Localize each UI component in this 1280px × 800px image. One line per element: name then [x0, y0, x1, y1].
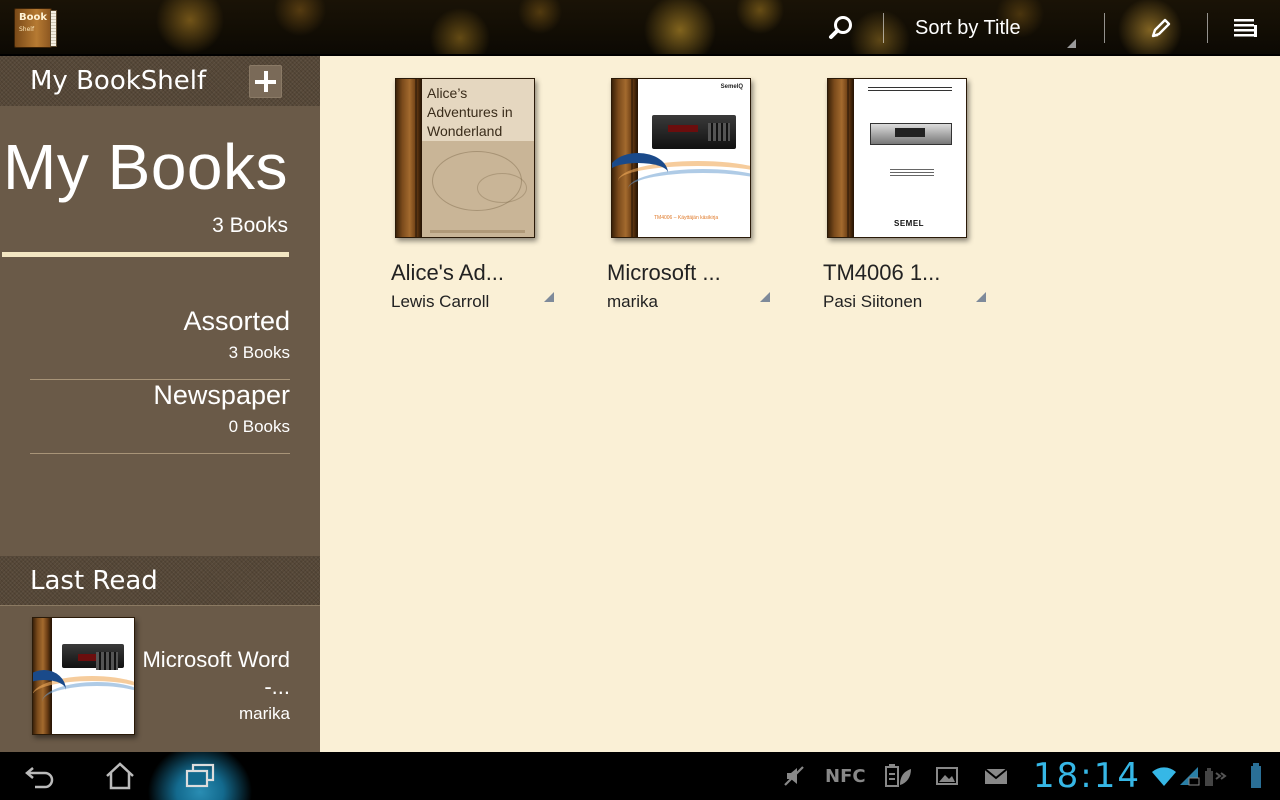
recent-apps-icon	[185, 763, 215, 788]
cover-text: Alice’s Adventures in Wonderland	[427, 85, 513, 139]
book-author: marika	[607, 292, 659, 311]
app-icon[interactable]: Book Shelf	[14, 6, 58, 50]
system-navigation-bar: NFC 18:14	[0, 752, 1280, 800]
action-divider	[1207, 13, 1208, 43]
device-image	[652, 115, 736, 149]
cover-text-lines	[890, 169, 934, 177]
selected-shelf-indicator	[2, 252, 289, 257]
list-view-icon	[1234, 19, 1257, 37]
cover-page: SEMEL	[854, 79, 966, 237]
edit-button[interactable]	[1136, 0, 1186, 56]
book-item[interactable]: SEMEL TM4006 1... Pasi Siitonen	[823, 78, 993, 318]
clock: 18:14	[1033, 756, 1141, 796]
shelf-count: 0 Books	[228, 417, 290, 436]
action-divider	[1104, 13, 1105, 43]
battery-icon	[1248, 752, 1264, 800]
book-cover[interactable]: Alice’s Adventures in Wonderland	[395, 78, 535, 238]
book-author: Pasi Siitonen	[823, 292, 923, 311]
sort-label: Sort by Title	[915, 16, 1021, 39]
signal-icon	[1178, 752, 1200, 800]
book-spine	[396, 79, 422, 237]
my-books-count: 3 Books	[212, 214, 288, 237]
cover-brand: SEMEL	[894, 219, 925, 228]
book-item[interactable]: SemelQ TM4006 – Käyttäjän käsikirja Micr…	[607, 78, 777, 318]
action-bar: Book Shelf Sort by Title	[0, 0, 1280, 56]
home-icon	[106, 762, 134, 790]
pencil-icon	[1151, 18, 1171, 38]
dock-battery-icon	[1202, 752, 1228, 800]
book-author: Lewis Carroll	[391, 292, 490, 311]
home-button[interactable]	[94, 752, 146, 800]
nfc-icon: NFC	[825, 752, 866, 800]
back-icon	[25, 767, 54, 789]
search-button[interactable]	[818, 0, 864, 56]
book-title: TM4006 1...	[823, 260, 941, 285]
last-read-book-author: marika	[238, 704, 290, 723]
picture-icon	[935, 752, 959, 800]
cover-page	[33, 618, 134, 734]
dropdown-corner-icon	[1067, 39, 1076, 48]
shelf-count: 3 Books	[228, 343, 290, 362]
last-read-title: Last Read	[30, 566, 158, 596]
cover-illustration	[430, 230, 525, 233]
cover-caption: TM4006 – Käyttäjän käsikirja	[654, 215, 719, 221]
book-options-icon[interactable]	[976, 292, 986, 302]
last-read-header: Last Read	[0, 556, 320, 606]
book-pages-icon	[50, 10, 57, 47]
mail-icon	[983, 752, 1009, 800]
book-options-icon[interactable]	[760, 292, 770, 302]
view-list-button[interactable]	[1222, 0, 1268, 56]
book-grid: Alice’s Adventures in Wonderland Alice's…	[320, 56, 1280, 752]
add-shelf-button[interactable]	[249, 65, 282, 98]
bookshelf-title: My BookShelf	[30, 66, 207, 96]
battery-saver-icon	[883, 752, 913, 800]
muted-icon	[781, 752, 807, 800]
wifi-icon	[1150, 752, 1178, 800]
last-read-book-title: Microsoft Word -...	[142, 647, 290, 699]
last-read-cover	[32, 617, 135, 735]
shelf-name: Newspaper	[153, 380, 290, 410]
shelf-name: Assorted	[183, 306, 290, 336]
app-icon-subtitle: Shelf	[19, 26, 35, 33]
book-cover[interactable]: SemelQ TM4006 – Käyttäjän käsikirja	[611, 78, 751, 238]
book-options-icon[interactable]	[544, 292, 554, 302]
cover-brand: SemelQ	[720, 84, 743, 90]
book-title: Microsoft ...	[607, 260, 721, 285]
cover-page: Alice’s Adventures in Wonderland	[422, 79, 534, 237]
cover-illustration	[477, 173, 527, 203]
nfc-label: NFC	[825, 765, 866, 787]
recent-apps-button[interactable]	[148, 752, 252, 800]
my-books-title: My Books	[3, 131, 288, 203]
sort-dropdown[interactable]: Sort by Title	[896, 0, 1086, 56]
book-cover[interactable]: SEMEL	[827, 78, 967, 238]
divider	[30, 453, 290, 454]
shelf-assorted[interactable]: Assorted 3 Books	[30, 306, 290, 380]
book-item[interactable]: Alice’s Adventures in Wonderland Alice's…	[391, 78, 561, 318]
action-divider	[883, 13, 884, 43]
search-icon	[829, 16, 852, 39]
bookshelf-sidebar: My BookShelf My Books 3 Books Assorted 3…	[0, 56, 320, 752]
back-button[interactable]	[14, 752, 66, 800]
shelf-newspaper[interactable]: Newspaper 0 Books	[30, 380, 290, 454]
bookshelf-header: My BookShelf	[0, 56, 320, 106]
device-image	[62, 644, 124, 670]
app-icon-title: Book	[19, 12, 48, 23]
cover-header-lines	[868, 87, 952, 91]
book-spine	[828, 79, 854, 237]
device-image	[870, 123, 952, 145]
cover-page: SemelQ TM4006 – Käyttäjän käsikirja	[612, 79, 750, 237]
book-title: Alice's Ad...	[391, 260, 505, 285]
